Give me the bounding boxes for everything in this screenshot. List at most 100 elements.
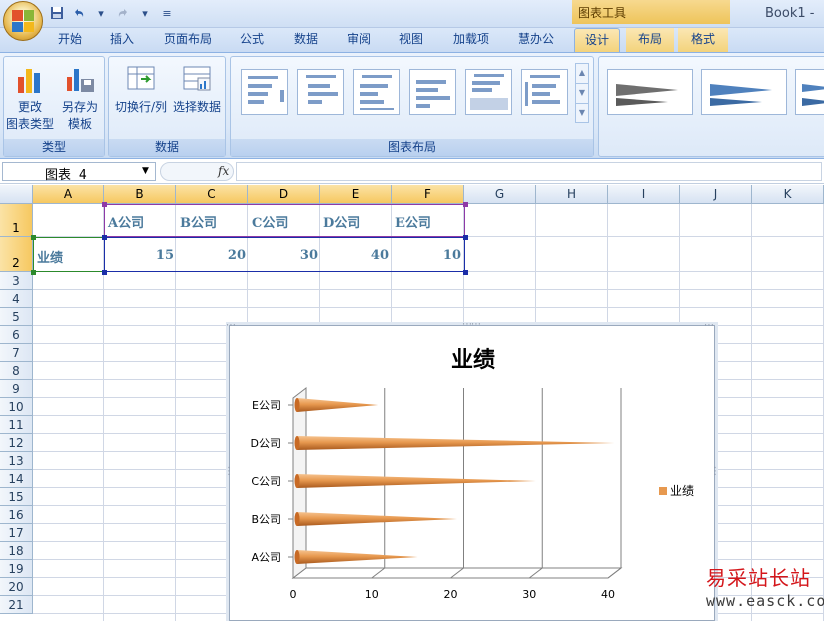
chart-layout-1[interactable]	[241, 69, 288, 115]
customize-qat-icon[interactable]: ≡	[158, 5, 176, 21]
change-chart-type-button[interactable]: 更改 图表类型	[6, 61, 54, 135]
chart-object[interactable]: ⋯ ⋯⋯ ⋯ ⋮ ⋮ 业绩 0 10 20 30 40 A公司 B公司 C公司 D公司 E公司 业…	[224, 319, 720, 621]
row-header-15[interactable]: 15	[0, 488, 33, 506]
cell-f1[interactable]: E公司	[395, 212, 431, 231]
chart-layout-6[interactable]	[521, 69, 568, 115]
name-box[interactable]: 图表 4	[2, 162, 156, 183]
chart-layout-2[interactable]	[297, 69, 344, 115]
column-header-i[interactable]: I	[608, 185, 680, 204]
tab-formulas[interactable]: 公式	[230, 28, 274, 52]
row-header-3[interactable]: 3	[0, 272, 33, 290]
column-header-g[interactable]: G	[464, 185, 536, 204]
row-header-6[interactable]: 6	[0, 326, 33, 344]
cell-a2[interactable]: 业绩	[37, 247, 63, 266]
row-header-21[interactable]: 21	[0, 596, 33, 614]
cell-e2[interactable]: 40	[323, 248, 389, 263]
row-header-20[interactable]: 20	[0, 578, 33, 596]
row-header-19[interactable]: 19	[0, 560, 33, 578]
row-header-10[interactable]: 10	[0, 398, 33, 416]
row-header-2[interactable]: 2	[0, 237, 33, 272]
row-header-14[interactable]: 14	[0, 470, 33, 488]
row-header-17[interactable]: 17	[0, 524, 33, 542]
row-header-7[interactable]: 7	[0, 344, 33, 362]
cell-d1[interactable]: C公司	[252, 212, 288, 231]
column-header-e[interactable]: E	[320, 185, 392, 204]
dropdown-icon[interactable]: ▾	[136, 5, 154, 21]
gallery-more-icon[interactable]: ▼	[576, 104, 588, 124]
cell-b2[interactable]: 15	[108, 248, 174, 263]
range-handle[interactable]	[31, 235, 36, 240]
x-tick-label: 40	[601, 588, 615, 601]
name-box-dropdown-icon[interactable]: ▼	[142, 166, 149, 176]
select-all-corner[interactable]	[0, 185, 33, 204]
cell-b1[interactable]: A公司	[108, 212, 144, 231]
range-handle[interactable]	[102, 270, 107, 275]
tab-insert[interactable]: 插入	[100, 28, 144, 52]
chart-style-2[interactable]	[701, 69, 787, 115]
cell-c2[interactable]: 20	[180, 248, 246, 263]
row-header-1[interactable]: 1	[0, 204, 33, 237]
worksheet[interactable]: ABCDEFGHIJK 1 2 3 4 5 6 7 8 9 10 11 12 13 14 15 16 17 18 1…	[0, 185, 824, 621]
column-header-d[interactable]: D	[248, 185, 320, 204]
chart-layout-4[interactable]	[409, 69, 456, 115]
cell-e1[interactable]: D公司	[323, 212, 360, 231]
chart-layout-5[interactable]	[465, 69, 512, 115]
save-icon[interactable]	[48, 5, 66, 21]
tab-view[interactable]: 视图	[389, 28, 433, 52]
column-header-b[interactable]: B	[104, 185, 176, 204]
column-header-h[interactable]: H	[536, 185, 608, 204]
watermark-text: 易采站长站	[706, 566, 811, 590]
column-header-j[interactable]: J	[680, 185, 752, 204]
redo-icon[interactable]	[114, 5, 132, 21]
tab-home[interactable]: 开始	[48, 28, 92, 52]
chart-style-3[interactable]	[795, 69, 824, 115]
insert-function-icon[interactable]: fx	[218, 164, 229, 178]
dropdown-icon[interactable]: ▾	[92, 5, 110, 21]
range-handle[interactable]	[463, 270, 468, 275]
chart-style-1[interactable]	[607, 69, 693, 115]
chart-plot-area[interactable]: 0 10 20 30 40 A公司 B公司 C公司 D公司 E公司	[230, 326, 716, 621]
range-handle[interactable]	[31, 270, 36, 275]
layout-gallery-scroller[interactable]: ▲ ▼ ▼	[575, 63, 589, 123]
x-tick-label: 30	[522, 588, 536, 601]
cone-base	[294, 398, 300, 412]
range-handle[interactable]	[463, 202, 468, 207]
row-header-12[interactable]: 12	[0, 434, 33, 452]
column-header-a[interactable]: A	[33, 185, 104, 204]
range-handle[interactable]	[463, 235, 468, 240]
column-header-k[interactable]: K	[752, 185, 824, 204]
save-as-template-button[interactable]: 另存为 模板	[56, 61, 104, 135]
column-header-c[interactable]: C	[176, 185, 248, 204]
row-header-16[interactable]: 16	[0, 506, 33, 524]
row-header-13[interactable]: 13	[0, 452, 33, 470]
switch-row-column-button[interactable]: 切换行/列	[113, 61, 169, 135]
chart-legend[interactable]: 业绩	[659, 482, 694, 499]
undo-icon[interactable]	[70, 5, 88, 21]
formula-input[interactable]	[236, 162, 822, 181]
range-handle[interactable]	[102, 202, 107, 207]
select-data-button[interactable]: 选择数据	[171, 61, 223, 135]
tab-chart-layout[interactable]: 布局	[626, 28, 674, 52]
row-header-18[interactable]: 18	[0, 542, 33, 560]
cell-f2[interactable]: 10	[395, 248, 461, 263]
tab-review[interactable]: 审阅	[337, 28, 381, 52]
row-header-5[interactable]: 5	[0, 308, 33, 326]
row-header-8[interactable]: 8	[0, 362, 33, 380]
scroll-down-icon[interactable]: ▼	[576, 84, 588, 104]
row-header-4[interactable]: 4	[0, 290, 33, 308]
tab-huibangong[interactable]: 慧办公	[508, 28, 564, 52]
tab-page-layout[interactable]: 页面布局	[156, 28, 220, 52]
cell-d2[interactable]: 30	[252, 248, 318, 263]
office-button[interactable]	[3, 1, 43, 41]
row-header-11[interactable]: 11	[0, 416, 33, 434]
range-handle[interactable]	[102, 235, 107, 240]
row-header-9[interactable]: 9	[0, 380, 33, 398]
scroll-up-icon[interactable]: ▲	[576, 64, 588, 84]
column-header-f[interactable]: F	[392, 185, 464, 204]
cell-c1[interactable]: B公司	[180, 212, 217, 231]
tab-design[interactable]: 设计	[574, 28, 620, 52]
chart-layout-3[interactable]	[353, 69, 400, 115]
tab-format[interactable]: 格式	[678, 28, 728, 52]
tab-addins[interactable]: 加载项	[444, 28, 498, 52]
tab-data[interactable]: 数据	[284, 28, 328, 52]
